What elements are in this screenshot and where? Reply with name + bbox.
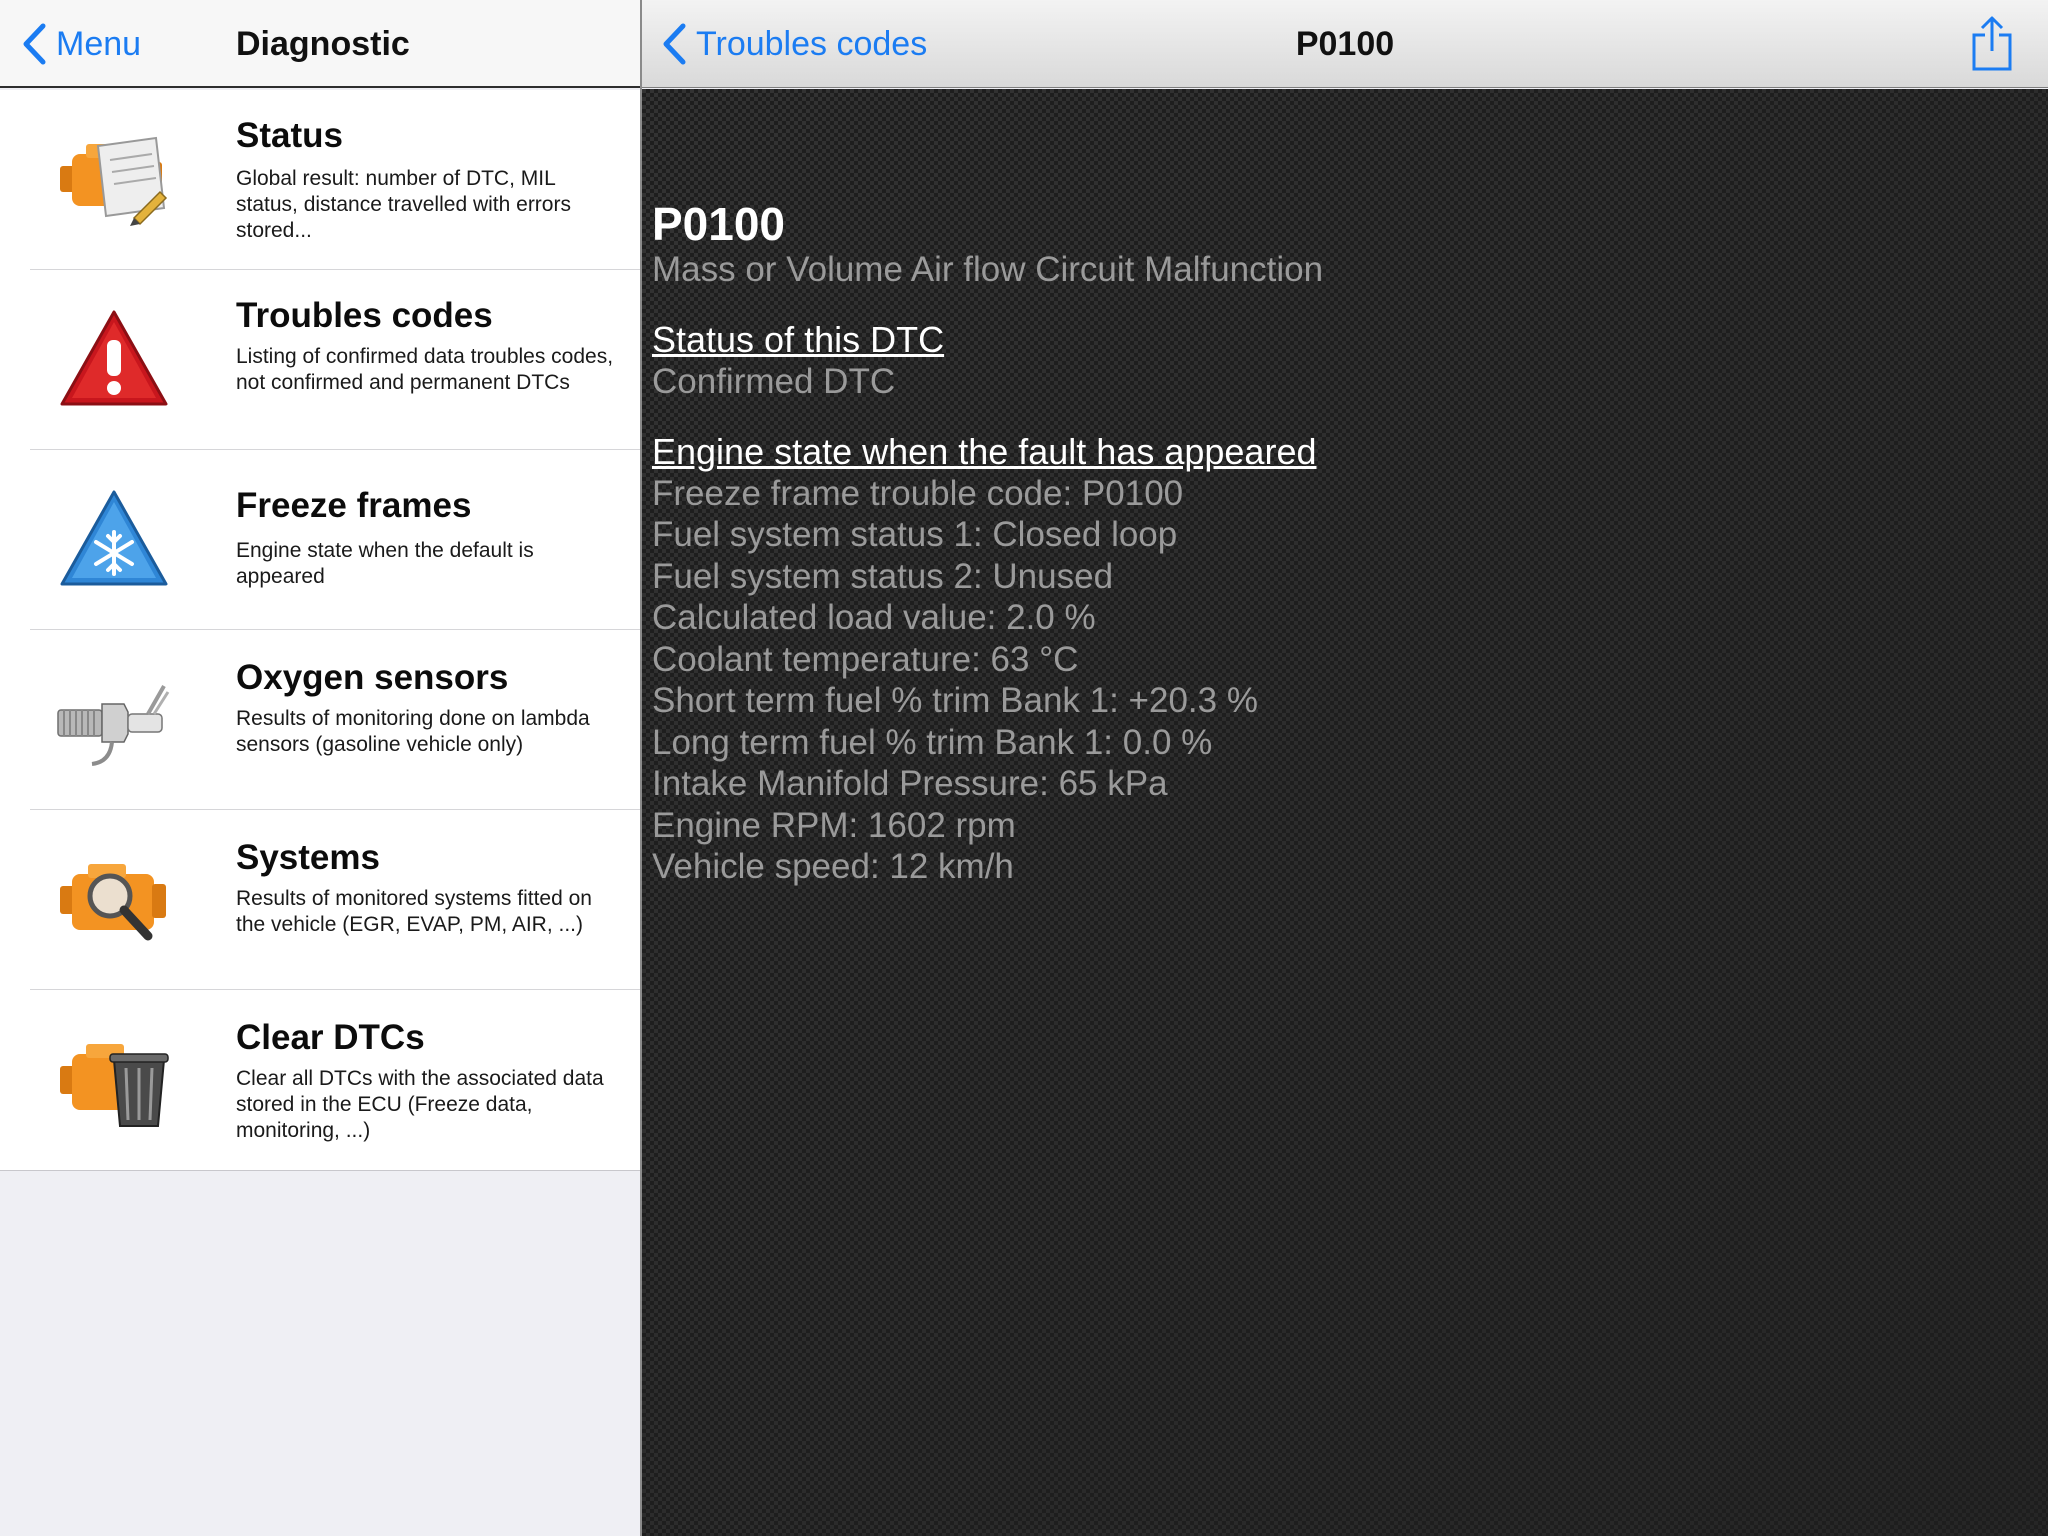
freeze-frame-line: Short term fuel % trim Bank 1: +20.3 %	[652, 681, 1258, 720]
troubles-codes-back-button[interactable]: Troubles codes	[652, 0, 927, 88]
freeze-frame-line: Vehicle speed: 12 km/h	[652, 847, 1014, 886]
menu-item-description: Results of monitoring done on lambda sen…	[236, 707, 590, 756]
menu-item-title: Oxygen sensors	[236, 658, 509, 697]
freeze-frame-line: Coolant temperature: 63 °C	[652, 639, 1079, 679]
right-navigation-bar: Troubles codes P0100	[642, 0, 2048, 88]
freeze-frame-line: Intake Manifold Pressure: 65 kPa	[652, 764, 1168, 803]
master-pane: Menu Diagnostic Status Global result: nu…	[0, 0, 640, 1536]
dtc-description: Mass or Volume Air flow Circuit Malfunct…	[652, 250, 1324, 289]
menu-item-title: Clear DTCs	[236, 1018, 425, 1057]
dtc-detail: P0100 Mass or Volume Air flow Circuit Ma…	[652, 199, 2032, 888]
freeze-frame-line: Calculated load value: 2.0 %	[652, 598, 1096, 637]
menu-item-description: Results of monitored systems fitted on t…	[236, 887, 592, 936]
engine-trash-icon	[52, 1026, 176, 1134]
menu-item-title: Freeze frames	[236, 486, 472, 525]
freeze-frame-line: Long term fuel % trim Bank 1: 0.0 %	[652, 722, 1213, 762]
engine-magnifier-icon	[52, 846, 176, 954]
status-heading: Status of this DTC	[652, 319, 945, 360]
freeze-frame-line: Engine RPM: 1602 rpm	[652, 805, 1016, 845]
menu-item-description: Global result: number of DTC, MIL status…	[236, 167, 571, 242]
share-button[interactable]	[1960, 12, 2024, 76]
freeze-frame-line: Freeze frame trouble code: P0100	[652, 473, 1184, 513]
warning-triangle-icon	[52, 306, 176, 414]
engine-document-icon	[52, 126, 176, 234]
freeze-frame-line: Fuel system status 1: Closed loop	[652, 515, 1178, 554]
status-value: Confirmed DTC	[652, 362, 896, 401]
dtc-detail-content: P0100 Mass or Volume Air flow Circuit Ma…	[642, 89, 2048, 1536]
engine-state-heading: Engine state when the fault has appeared	[652, 430, 1317, 472]
left-navigation-bar: Menu Diagnostic	[0, 0, 640, 88]
menu-item-systems[interactable]: Systems Results of monitored systems fit…	[0, 810, 640, 990]
chevron-left-icon	[12, 0, 56, 88]
menu-back-label: Menu	[56, 24, 142, 63]
menu-item-freeze-frames[interactable]: Freeze frames Engine state when the defa…	[0, 450, 640, 630]
dtc-code: P0100	[652, 198, 786, 250]
menu-item-description: Listing of confirmed data troubles codes…	[236, 345, 614, 394]
menu-item-description: Clear all DTCs with the associated data …	[236, 1067, 604, 1142]
menu-item-clear-dtcs[interactable]: Clear DTCs Clear all DTCs with the assoc…	[0, 990, 640, 1170]
menu-item-title: Systems	[236, 838, 380, 877]
menu-item-description: Engine state when the default is appeare…	[236, 539, 534, 588]
snowflake-triangle-icon	[52, 486, 176, 594]
menu-back-button[interactable]: Menu	[12, 0, 141, 88]
menu-item-status[interactable]: Status Global result: number of DTC, MIL…	[0, 90, 640, 270]
detail-pane: Troubles codes P0100 P0100 Mass or Volum…	[642, 0, 2048, 1536]
left-nav-title: Diagnostic	[236, 25, 410, 63]
menu-item-title: Troubles codes	[236, 296, 493, 335]
oxygen-sensor-icon	[52, 666, 176, 774]
menu-item-oxygen-sensors[interactable]: Oxygen sensors Results of monitoring don…	[0, 630, 640, 810]
share-icon	[1972, 16, 2012, 71]
freeze-frame-line: Fuel system status 2: Unused	[652, 556, 1114, 596]
menu-item-troubles-codes[interactable]: Troubles codes Listing of confirmed data…	[0, 270, 640, 450]
chevron-left-icon	[652, 0, 696, 88]
menu-item-title: Status	[236, 116, 343, 155]
troubles-codes-back-label: Troubles codes	[696, 24, 928, 63]
diagnostic-menu-list: Status Global result: number of DTC, MIL…	[0, 90, 640, 1171]
